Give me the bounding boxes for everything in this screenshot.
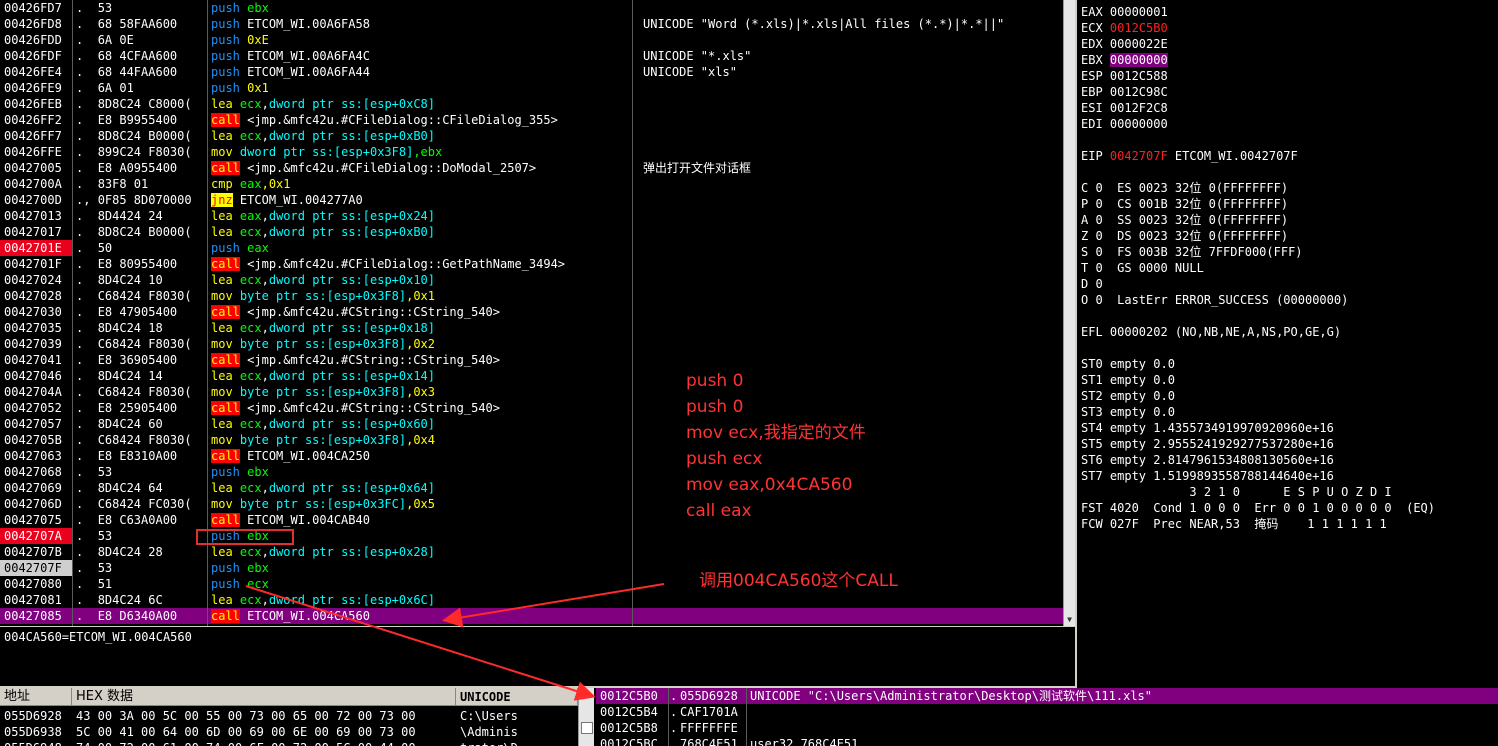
arrow-to-stack <box>245 585 596 701</box>
annotation-arrows <box>245 583 665 701</box>
arrow-to-call <box>442 583 665 628</box>
